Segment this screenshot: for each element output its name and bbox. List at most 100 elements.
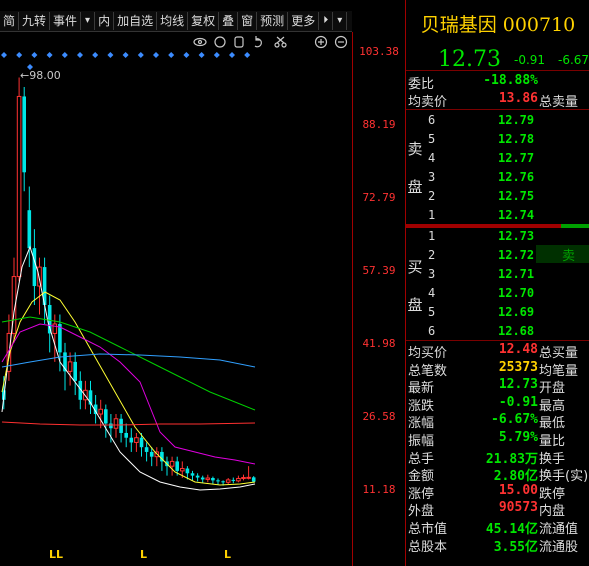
event-diamond [213,52,220,58]
date-marker: LL [49,548,63,561]
candle-body [16,95,22,278]
stat-value: 45.14亿 [485,522,538,537]
price-tick: 57.39 [362,264,396,277]
stat-label: 总笔数 [408,363,448,379]
zoom-out-icon[interactable] [334,35,348,49]
moving-average-button[interactable]: 均线 [157,12,189,30]
bid-level-price: 12.68 [498,324,535,338]
candle-body [134,437,139,443]
window-button[interactable]: 窗 [238,12,258,30]
event-diamond [137,52,144,58]
nine-turn-button[interactable]: 九转 [19,12,51,30]
candle-body [113,418,119,429]
ma-line [1,323,256,465]
stat-row: 总手 21.83万 换手 [406,448,589,467]
stat-label-2: 换手 [539,451,566,467]
date-marker: L [224,548,231,561]
ask-level-num: 1 [428,208,436,222]
ask-level-row[interactable]: 2 12.75 [426,189,589,207]
more-dropdown-icon[interactable]: ▾ [333,12,348,30]
stat-row: 总笔数 25373 均笔量 [406,360,589,379]
bid-level-row[interactable]: 2 12.72 [426,248,589,266]
stat-label: 总市值 [408,522,448,537]
scissors-icon[interactable] [274,36,287,48]
ask-side-label: 卖 [407,140,423,158]
eye-icon[interactable] [193,37,207,47]
bid-level-row[interactable]: 5 12.69 [426,305,589,323]
price-axis: 103.38 88.19 72.79 57.39 41.98 26.58 11.… [352,32,405,566]
ask-level-row[interactable]: 5 12.78 [426,132,589,150]
ask-level-row[interactable]: 6 12.79 [426,113,589,131]
forecast-button[interactable]: 预测 [257,12,289,30]
date-marker: L [140,548,147,561]
simplified-button[interactable]: 简 [0,12,20,30]
hand-icon[interactable] [234,36,244,48]
candle-body [246,476,251,479]
event-button[interactable]: 事件 [50,12,82,30]
committee-value: -18.88% [483,73,538,88]
more-button[interactable]: 更多 [288,12,320,30]
event-dropdown-icon[interactable]: ▾ [81,12,96,30]
bid-level-price: 12.72 [498,248,535,262]
ask-level-num: 3 [428,170,436,184]
candle-body [58,323,62,353]
stat-value: 21.83万 [485,451,538,467]
ask-side-label: 盘 [407,178,423,196]
divider [406,109,589,110]
ma-line [1,316,256,411]
ask-level-price: 12.79 [498,113,535,127]
candle-body [144,447,149,452]
bid-level-row[interactable]: 3 12.71 [426,267,589,285]
play-icon[interactable]: ⏵ [319,12,334,30]
kline-svg: ←98.00 LL L L [1,35,348,561]
bid-level-price: 12.70 [498,286,535,300]
zoom-in-icon[interactable] [314,35,328,49]
price-row: 12.73 -0.91 -6.67% [406,44,589,72]
candle-body [190,473,195,476]
candle-body [195,475,200,478]
stat-label-2: 流通股 [539,539,579,555]
candle-body [98,408,104,415]
ask-level-num: 5 [428,132,436,146]
bid-level-num: 3 [428,267,436,281]
last-price: 12.73 [438,47,501,72]
candle-body [185,468,190,474]
add-watchlist-button[interactable]: 加自选 [114,12,158,30]
stat-row: 均买价 12.48 总买量 [406,342,589,361]
ask-level-row[interactable]: 4 12.77 [426,151,589,169]
stat-row: 外盘 90573 内盘 [406,500,589,519]
bid-level-price: 12.69 [498,305,535,319]
ask-level-row[interactable]: 3 12.76 [426,170,589,188]
event-diamond [244,52,251,58]
stat-value: 12.73 [498,377,538,393]
candle-body [225,479,231,483]
candle-body [149,451,154,457]
undo-icon[interactable] [254,36,262,48]
event-diamond [183,52,190,58]
bid-side-label: 买 [407,258,423,276]
candle-body [251,477,256,482]
adjust-button[interactable]: 复权 [188,12,220,30]
candle-body [211,478,215,481]
stat-label-2: 均笔量 [539,363,579,379]
circle-icon[interactable] [214,36,226,48]
candle-body [109,423,113,429]
inner-button[interactable]: 内 [95,12,115,30]
ask-level-num: 6 [428,113,436,127]
stat-value: 12.48 [498,342,538,357]
stat-value: 90573 [498,500,538,516]
bid-level-row[interactable]: 4 12.70 [426,286,589,304]
event-diamond [122,52,129,58]
overlay-button[interactable]: 叠 [219,12,239,30]
stat-row: 涨幅 -6.67% 最低 [406,412,589,431]
candle-body [221,481,225,483]
stat-label: 最新 [408,381,435,397]
ma-line [1,421,256,426]
stat-label: 总手 [408,451,435,467]
stat-label-2: 总买量 [539,346,579,361]
bid-level-row[interactable]: 1 12.73 [426,229,589,247]
candle-body [205,477,211,480]
stat-label: 涨跌 [408,398,435,414]
kline-chart[interactable]: ←98.00 LL L L [0,32,352,566]
price-tick: 11.18 [362,483,396,496]
